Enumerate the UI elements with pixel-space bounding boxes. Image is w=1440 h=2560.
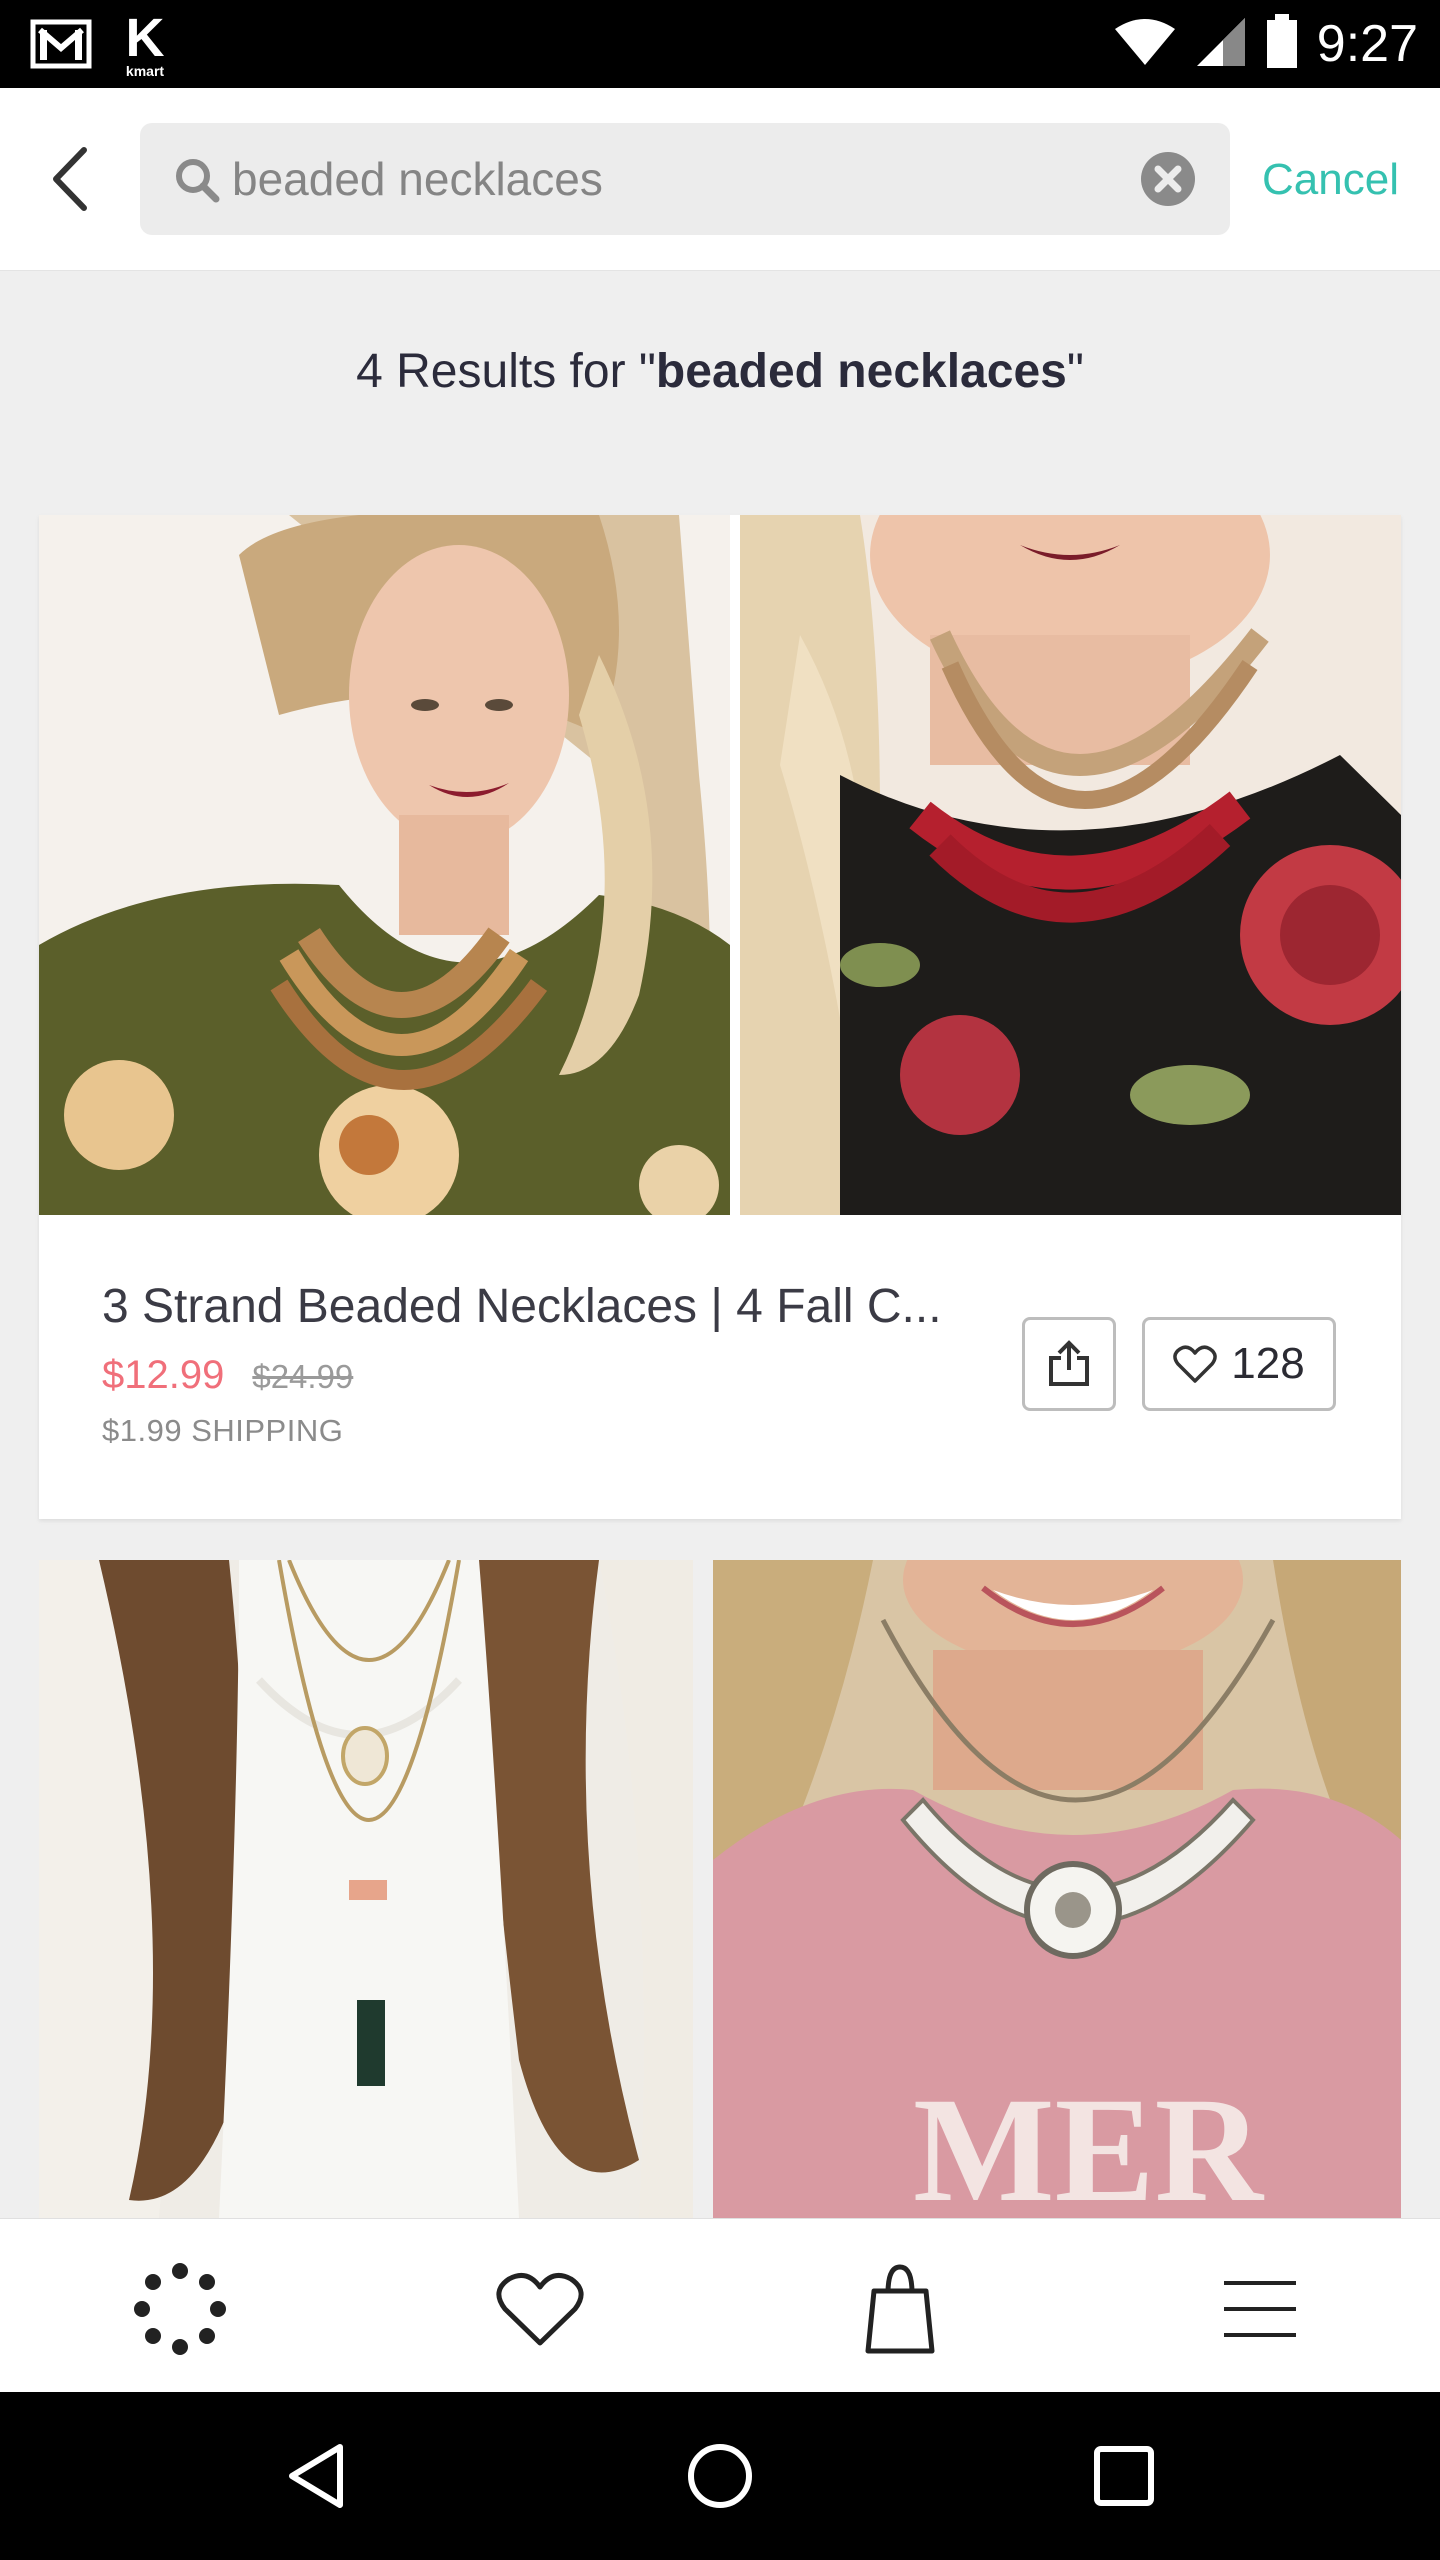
sale-price: $12.99: [102, 1353, 225, 1397]
results-count-text: 4 Results for ": [356, 345, 656, 398]
system-recents-button[interactable]: [1082, 2434, 1166, 2518]
back-button[interactable]: [40, 142, 104, 216]
kmart-icon: K kmart: [125, 8, 165, 79]
nav-discover[interactable]: [132, 2261, 228, 2357]
product-title[interactable]: 3 Strand Beaded Necklaces | 4 Fall C...: [102, 1277, 1002, 1337]
back-arrow-icon: [53, 147, 87, 211]
nav-cart[interactable]: [852, 2261, 948, 2357]
battery-icon: [1265, 13, 1299, 75]
back-icon: [289, 2444, 343, 2508]
heart-icon: [1173, 1345, 1218, 1383]
nav-favorites[interactable]: [492, 2261, 588, 2357]
nav-menu[interactable]: [1212, 2261, 1308, 2357]
system-nav-bar: [0, 2392, 1440, 2560]
results-heading: 4 Results for "beaded necklaces": [0, 340, 1440, 404]
product-image[interactable]: MER: [713, 1560, 1401, 2218]
like-count: 128: [1231, 1339, 1305, 1388]
home-icon: [688, 2444, 752, 2508]
results-query: beaded necklaces: [655, 345, 1067, 398]
product-image-row: [39, 515, 1401, 1215]
recents-icon: [1094, 2446, 1154, 2506]
clear-search-button[interactable]: [1140, 151, 1196, 207]
search-icon: [174, 157, 220, 203]
heart-icon: [496, 2272, 584, 2346]
wifi-icon: [1113, 17, 1177, 72]
price-row: $12.99 $24.99: [102, 1353, 353, 1398]
search-input[interactable]: [232, 141, 1112, 217]
status-time: 9:27: [1316, 15, 1418, 73]
system-back-button[interactable]: [274, 2434, 358, 2518]
like-button[interactable]: 128: [1142, 1317, 1336, 1411]
cancel-button[interactable]: Cancel: [1262, 154, 1422, 206]
share-icon: [1049, 1340, 1089, 1386]
search-header: Cancel: [0, 88, 1440, 271]
clear-icon: [1141, 152, 1195, 206]
product-image[interactable]: [740, 515, 1401, 1215]
shopping-bag-icon: [865, 2264, 935, 2354]
status-bar: K kmart 9:27: [0, 0, 1440, 88]
product-image[interactable]: [39, 515, 730, 1215]
bottom-nav: [0, 2218, 1440, 2393]
product-image[interactable]: [39, 1560, 693, 2218]
svg-text:MER: MER: [913, 2067, 1265, 2218]
share-button[interactable]: [1022, 1317, 1116, 1411]
cell-signal-icon: [1195, 16, 1247, 73]
menu-icon: [1224, 2281, 1296, 2337]
results-suffix: ": [1066, 345, 1084, 398]
search-box[interactable]: [140, 123, 1230, 235]
gmail-icon: [30, 16, 92, 77]
product-card[interactable]: 3 Strand Beaded Necklaces | 4 Fall C... …: [39, 515, 1401, 1519]
system-home-button[interactable]: [678, 2434, 762, 2518]
original-price: $24.99: [252, 1358, 354, 1395]
shipping-cost: $1.99 SHIPPING: [102, 1413, 344, 1448]
discover-icon: [134, 2263, 226, 2355]
